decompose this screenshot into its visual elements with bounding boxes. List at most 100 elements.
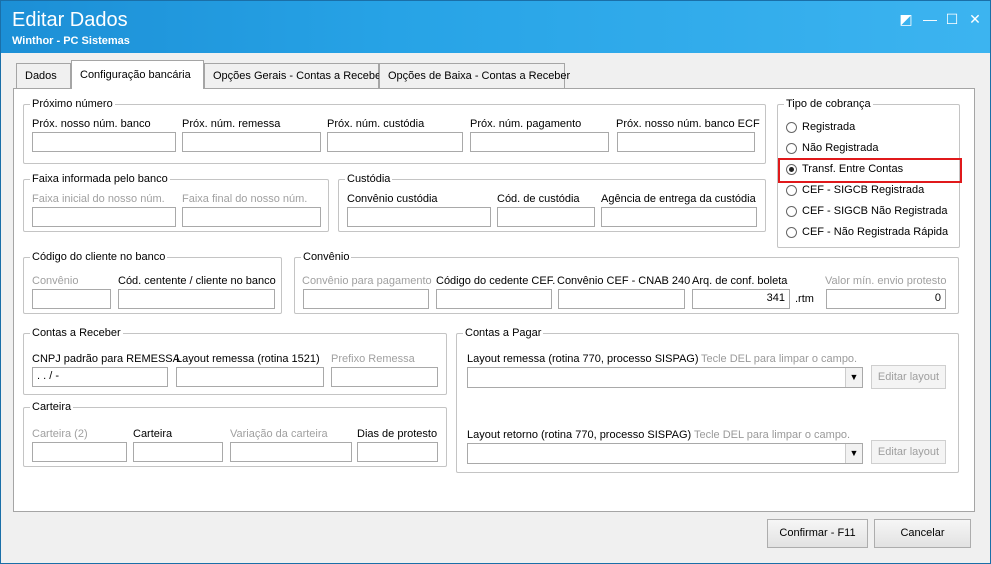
prefixo-remessa-label: Prefixo Remessa (331, 353, 415, 365)
agencia-custodia-label: Agência de entrega da custódia (601, 193, 756, 205)
radio-registrada[interactable]: Registrada (786, 119, 855, 135)
editar-dados-window: Editar Dados Winthor - PC Sistemas ◩ — ☐… (0, 0, 991, 564)
radio-label: Não Registrada (802, 142, 879, 154)
chevron-down-icon[interactable]: ▼ (845, 368, 862, 387)
arq-conf-boleta-input[interactable]: 341 (692, 289, 790, 309)
tab-opcoes-de-baixa[interactable]: Opções de Baixa - Contas a Receber (379, 63, 570, 88)
custodia-legend: Custódia (345, 172, 393, 186)
carteira-legend: Carteira (30, 400, 74, 414)
layout-remessa-1521-input[interactable] (176, 367, 324, 387)
convenio-group: Convênio Convênio para pagamento Código … (294, 250, 959, 314)
faixa-final-label: Faixa final do nosso núm. (182, 193, 308, 205)
variacao-carteira-input (230, 442, 352, 462)
contas-pagar-group: Contas a Pagar Layout remessa (rotina 77… (456, 326, 959, 473)
convenio-pagamento-input (303, 289, 429, 309)
chevron-down-icon[interactable]: ▼ (845, 444, 862, 463)
proximo-numero-legend: Próximo número (30, 97, 115, 111)
faixa-group: Faixa informada pelo banco Faixa inicial… (23, 172, 329, 232)
radio-label: CEF - SIGCB Registrada (802, 184, 925, 196)
radio-label: Transf. Entre Contas (802, 163, 904, 175)
cod-cedente-label: Cód. centente / cliente no banco (118, 275, 276, 287)
radio-circle[interactable] (786, 142, 797, 154)
cnpj-remessa-input[interactable]: . . / - (32, 367, 168, 387)
confirmar-button[interactable]: Confirmar - F11 (767, 519, 868, 548)
tab-opcoes-gerais[interactable]: Opções Gerais - Contas a Receber (204, 63, 385, 88)
radio-circle[interactable] (786, 184, 797, 196)
carteira-label: Carteira (133, 428, 173, 440)
prox-num-custodia-input[interactable] (327, 132, 463, 152)
cnpj-remessa-label: CNPJ padrão para REMESSA (32, 353, 180, 365)
help-icon[interactable]: ◩ (896, 10, 916, 28)
contas-receber-legend: Contas a Receber (30, 326, 123, 340)
prox-num-pagamento-input[interactable] (470, 132, 609, 152)
dias-protesto-input[interactable] (357, 442, 438, 462)
prox-nosso-num-banco-ecf-input[interactable] (617, 132, 755, 152)
codigo-cliente-group: Código do cliente no banco Convênio Cód.… (23, 250, 282, 314)
editar-layout-retorno-button[interactable]: Editar layout (871, 440, 946, 464)
configuracao-bancaria-panel: Próximo número Próx. nosso núm. banco Pr… (13, 88, 975, 512)
cod-custodia-input[interactable] (497, 207, 595, 227)
convenio-cnab-input[interactable] (558, 289, 685, 309)
window-title: Editar Dados (12, 9, 128, 31)
layout-retorno-sispag-select[interactable]: ▼ (467, 443, 863, 464)
radio-cef-nao-registrada-rapida[interactable]: CEF - Não Registrada Rápida (786, 224, 948, 240)
radio-nao-registrada[interactable]: Não Registrada (786, 140, 878, 156)
layout-retorno-sispag-label: Layout retorno (rotina 770, processo SIS… (467, 429, 692, 441)
prox-num-remessa-input[interactable] (182, 132, 321, 152)
prox-nosso-num-banco-ecf-label: Próx. nosso núm. banco ECF (616, 118, 760, 130)
cliente-convenio-label: Convênio (32, 275, 79, 287)
title-bar[interactable]: Editar Dados Winthor - PC Sistemas ◩ — ☐… (1, 1, 990, 53)
faixa-inicial-input (32, 207, 176, 227)
faixa-legend: Faixa informada pelo banco (30, 172, 170, 186)
close-icon[interactable]: ✕ (965, 10, 985, 28)
prox-num-custodia-label: Próx. núm. custódia (327, 118, 425, 130)
convenio-legend: Convênio (301, 250, 352, 264)
radio-circle[interactable] (786, 121, 797, 133)
faixa-final-input (182, 207, 321, 227)
cod-custodia-label: Cód. de custódia (497, 193, 580, 205)
prox-nosso-num-banco-input[interactable] (32, 132, 176, 152)
contas-pagar-legend: Contas a Pagar (463, 326, 544, 340)
carteira-input[interactable] (133, 442, 223, 462)
cod-cedente-input[interactable] (118, 289, 275, 309)
editar-layout-remessa-button[interactable]: Editar layout (871, 365, 946, 389)
codigo-cliente-legend: Código do cliente no banco (30, 250, 168, 264)
layout-remessa-sispag-label: Layout remessa (rotina 770, processo SIS… (467, 353, 699, 365)
maximize-icon[interactable]: ☐ (942, 10, 962, 28)
radio-label: CEF - SIGCB Não Registrada (802, 205, 948, 217)
convenio-pagamento-label: Convênio para pagamento (302, 275, 432, 287)
cedente-cef-input[interactable] (436, 289, 552, 309)
tipo-cobranca-legend: Tipo de cobrança (784, 97, 873, 111)
tab-control: Dados Configuração bancária Opções Gerai… (13, 60, 975, 513)
cedente-cef-label: Código do cedente CEF. (436, 275, 556, 287)
valor-min-protesto-input[interactable]: 0 (826, 289, 946, 309)
convenio-cnab-label: Convênio CEF - CNAB 240 (557, 275, 691, 287)
window-subtitle: Winthor - PC Sistemas (12, 35, 130, 47)
tab-dados[interactable]: Dados (16, 63, 71, 88)
radio-label: CEF - Não Registrada Rápida (802, 226, 949, 238)
agencia-custodia-input[interactable] (601, 207, 757, 227)
tab-configuracao-bancaria[interactable]: Configuração bancária (71, 60, 204, 89)
radio-circle[interactable] (786, 205, 797, 217)
radio-circle[interactable] (786, 226, 797, 238)
convenio-custodia-input[interactable] (347, 207, 491, 227)
variacao-carteira-label: Variação da carteira (230, 428, 328, 440)
radio-transf-entre-contas[interactable]: Transf. Entre Contas (786, 161, 903, 177)
minimize-icon[interactable]: — (920, 10, 940, 28)
custodia-group: Custódia Convênio custódia Cód. de custó… (338, 172, 766, 232)
prox-num-remessa-label: Próx. núm. remessa (182, 118, 281, 130)
radio-cef-sigcb-nao-registrada[interactable]: CEF - SIGCB Não Registrada (786, 203, 948, 219)
prox-nosso-num-banco-label: Próx. nosso núm. banco (32, 118, 151, 130)
contas-receber-group: Contas a Receber CNPJ padrão para REMESS… (23, 326, 447, 395)
radio-circle-selected[interactable] (786, 163, 797, 175)
radio-label: Registrada (802, 121, 856, 133)
cliente-convenio-input (32, 289, 111, 309)
carteira-group: Carteira Carteira (2) Carteira Variação … (23, 400, 447, 467)
valor-min-protesto-label: Valor mín. envio protesto (825, 275, 947, 287)
carteira2-input (32, 442, 127, 462)
cancelar-button[interactable]: Cancelar (874, 519, 971, 548)
layout-remessa-1521-label: Layout remessa (rotina 1521) (176, 353, 320, 365)
carteira2-label: Carteira (2) (32, 428, 88, 440)
layout-remessa-sispag-select[interactable]: ▼ (467, 367, 863, 388)
radio-cef-sigcb-registrada[interactable]: CEF - SIGCB Registrada (786, 182, 924, 198)
